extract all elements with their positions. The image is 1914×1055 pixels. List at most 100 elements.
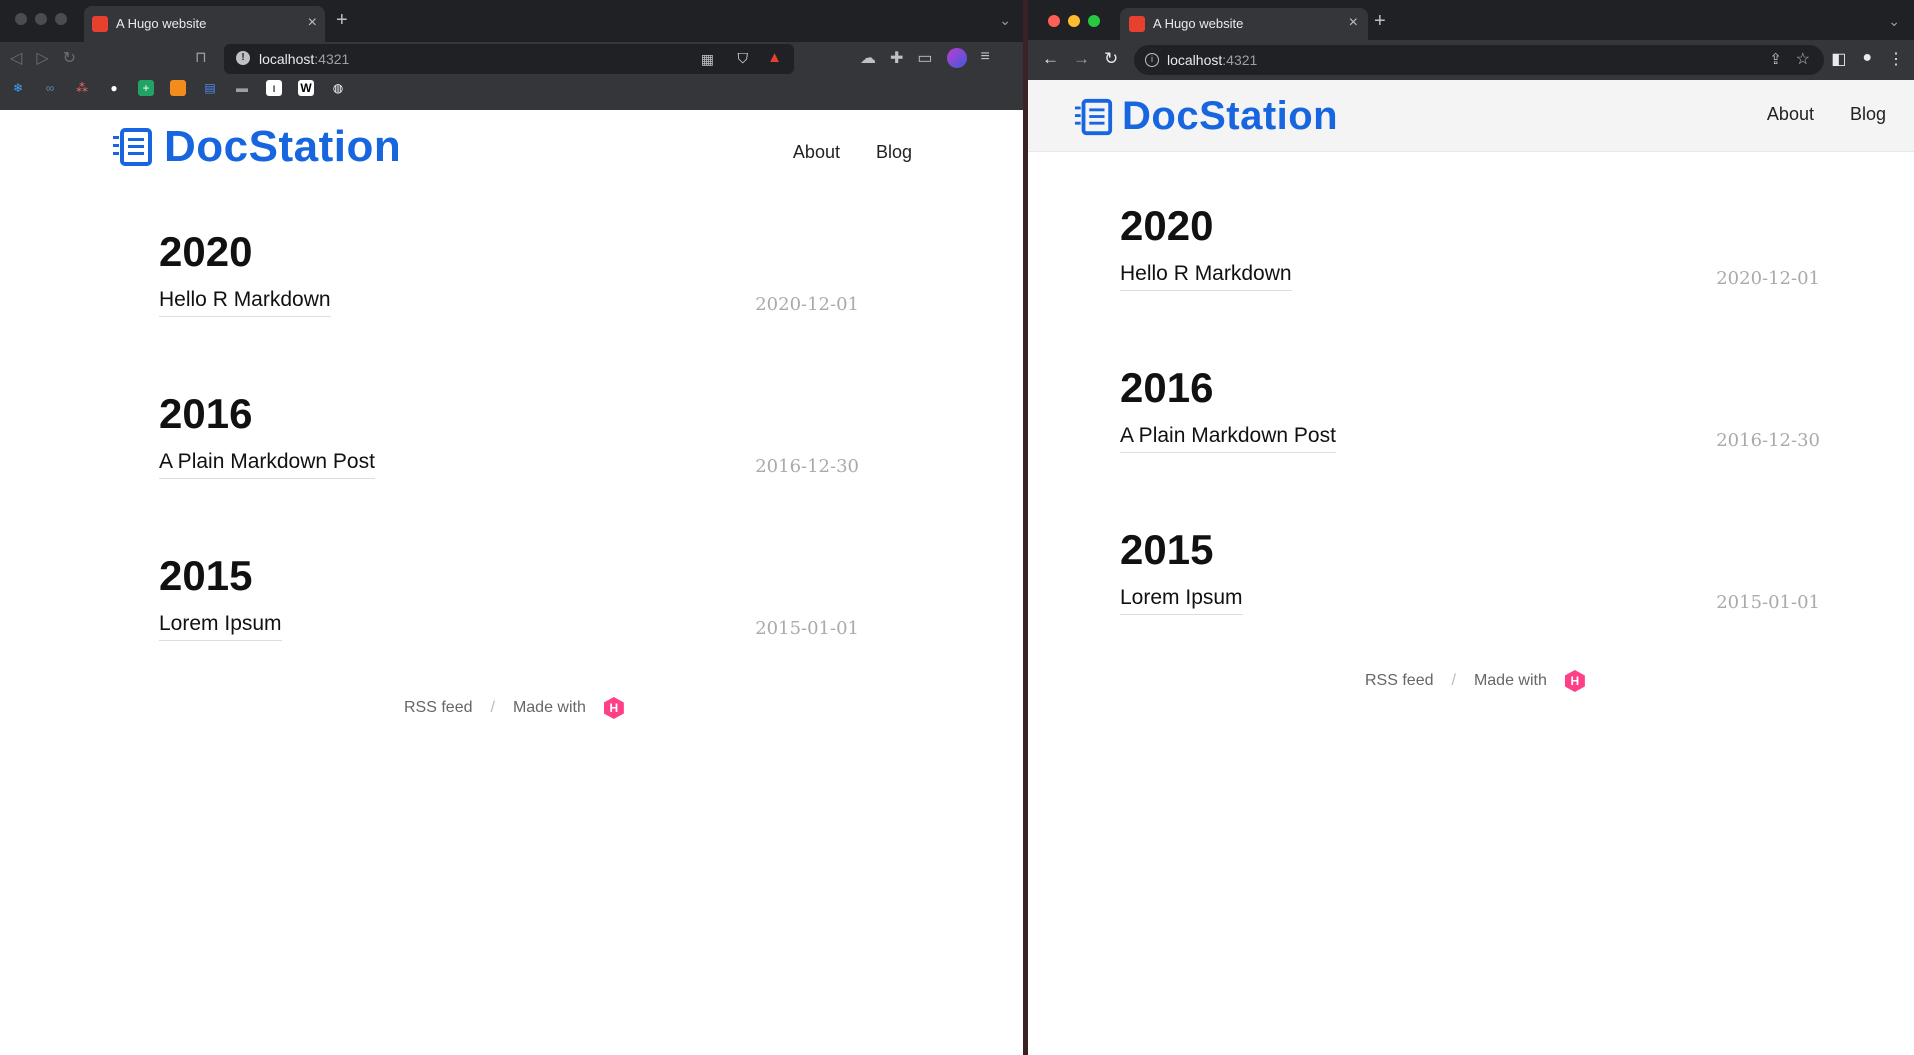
close-window-button[interactable]	[15, 13, 27, 25]
toolbar: ◁ ▷ ↻ ⊓ ! localhost:4321 ▦ ⛉ ▲ ☁ ✚ ▭ ≡ ❄…	[0, 42, 1023, 110]
site-nav: About Blog	[793, 142, 912, 163]
cloud-icon[interactable]: ☁	[860, 48, 876, 68]
hugo-logo-icon[interactable]: H	[1564, 670, 1585, 692]
minimize-window-button[interactable]	[35, 13, 47, 25]
link-icon[interactable]: ∞	[42, 80, 58, 96]
github-icon[interactable]: ●	[106, 80, 122, 96]
site-page: DocStation About Blog 2020 Hello R Markd…	[1028, 80, 1914, 1055]
snowflake-icon[interactable]: ❄	[10, 80, 26, 96]
brave-rewards-icon[interactable]: ▲	[767, 49, 782, 66]
favicon-icon	[1129, 16, 1145, 32]
archive-list: 2020 Hello R Markdown 2020-12-01 2016 A …	[1120, 202, 1820, 688]
year-heading: 2016	[159, 390, 253, 437]
profile-icon[interactable]: ●	[1862, 49, 1872, 69]
rss-feed-link[interactable]: RSS feed	[1365, 672, 1433, 690]
url-text[interactable]: localhost:4321	[259, 51, 349, 67]
brave-shield-icon[interactable]: ⛉	[738, 50, 749, 67]
left-browser-window: A Hugo website × + ⌄ ◁ ▷ ↻ ⊓ ! localhost…	[0, 0, 1023, 1055]
year-heading: 2020	[159, 228, 253, 275]
post-title-link[interactable]: Lorem Ipsum	[1120, 586, 1243, 615]
year-group: 2020 Hello R Markdown 2020-12-01	[159, 228, 859, 350]
docs-icon[interactable]: ▤	[202, 80, 218, 96]
post-title-link[interactable]: Lorem Ipsum	[159, 612, 282, 641]
browser-tab[interactable]: A Hugo website ×	[84, 6, 325, 42]
asana-icon[interactable]: ⁂	[74, 80, 90, 96]
post-row: Hello R Markdown 2020-12-01	[159, 288, 859, 350]
post-title-link[interactable]: Hello R Markdown	[1120, 262, 1292, 291]
tab-search-chevron-icon[interactable]: ⌄	[999, 12, 1011, 29]
close-window-button[interactable]	[1048, 15, 1060, 27]
address-bar[interactable]: ! localhost:4321 ▦ ⛉ ▲	[224, 44, 794, 74]
tab-bar: A Hugo website × + ⌄	[0, 0, 1023, 42]
url-port: :4321	[1222, 52, 1258, 68]
address-bar[interactable]: i localhost:4321 ⇪ ☆	[1134, 45, 1824, 75]
forward-icon[interactable]: →	[1073, 49, 1090, 69]
zoom-window-button[interactable]	[55, 13, 67, 25]
globe-icon[interactable]: ◍	[330, 80, 346, 96]
side-panel-icon[interactable]: ◧	[1831, 49, 1846, 69]
puzzle-icon[interactable]: ✚	[890, 48, 903, 68]
year-group: 2016 A Plain Markdown Post 2016-12-30	[1120, 364, 1820, 486]
box-icon[interactable]	[170, 80, 186, 96]
site-nav: About Blog	[1767, 104, 1886, 125]
year-heading: 2020	[1120, 202, 1214, 249]
nav-about-link[interactable]: About	[793, 142, 840, 163]
url-host: localhost	[259, 51, 315, 67]
post-title-link[interactable]: Hello R Markdown	[159, 288, 331, 317]
letter-l-icon[interactable]: ı	[266, 80, 282, 96]
tab-search-chevron-icon[interactable]: ⌄	[1888, 13, 1900, 30]
bookmark-icon[interactable]: ⊓	[195, 48, 207, 66]
info-icon[interactable]: !	[236, 51, 250, 65]
nav-blog-link[interactable]: Blog	[1850, 104, 1886, 125]
forward-icon[interactable]: ▷	[36, 48, 48, 68]
profile-avatar[interactable]	[946, 48, 967, 68]
nav-blog-link[interactable]: Blog	[876, 142, 912, 163]
url-text[interactable]: localhost:4321	[1167, 52, 1257, 68]
reload-icon[interactable]: ↻	[1104, 49, 1118, 69]
post-title-link[interactable]: A Plain Markdown Post	[159, 450, 375, 479]
year-group: 2015 Lorem Ipsum 2015-01-01	[1120, 526, 1820, 648]
zoom-window-button[interactable]	[1088, 15, 1100, 27]
new-tab-button[interactable]: +	[1374, 10, 1386, 33]
post-title-link[interactable]: A Plain Markdown Post	[1120, 424, 1336, 453]
share-icon[interactable]: ⇪	[1769, 50, 1782, 68]
year-heading: 2016	[1120, 364, 1214, 411]
minimize-window-button[interactable]	[1068, 15, 1080, 27]
sheets-icon[interactable]: +	[138, 80, 154, 96]
back-icon[interactable]: ◁	[10, 48, 22, 68]
logo-text: DocStation	[1122, 94, 1339, 138]
kebab-menu-icon[interactable]: ⋮	[1888, 49, 1904, 69]
window-controls	[15, 13, 67, 25]
post-date: 2020-12-01	[755, 294, 859, 315]
browser-tab[interactable]: A Hugo website ×	[1120, 8, 1368, 40]
qr-code-icon[interactable]: ▦	[701, 51, 714, 68]
post-date: 2015-01-01	[755, 618, 859, 639]
hugo-logo-icon[interactable]: H	[603, 697, 624, 719]
rss-feed-link[interactable]: RSS feed	[404, 699, 472, 717]
close-tab-icon[interactable]: ×	[1349, 14, 1358, 32]
site-logo[interactable]: DocStation	[1074, 94, 1886, 139]
info-icon[interactable]: i	[1145, 53, 1159, 67]
close-tab-icon[interactable]: ×	[308, 14, 317, 32]
reload-icon[interactable]: ↻	[63, 48, 76, 68]
year-group: 2020 Hello R Markdown 2020-12-01	[1120, 202, 1820, 324]
tab-title: A Hugo website	[1153, 16, 1244, 31]
post-row: Hello R Markdown 2020-12-01	[1120, 262, 1820, 324]
footer-separator: /	[490, 699, 495, 716]
wikipedia-icon[interactable]: W	[298, 80, 314, 96]
extensions-area: ☁ ✚ ▭ ≡	[860, 48, 990, 68]
archive-list: 2020 Hello R Markdown 2020-12-01 2016 A …	[159, 228, 859, 714]
back-icon[interactable]: ←	[1042, 49, 1059, 69]
made-with-text: Made with	[512, 699, 586, 716]
bookmarks-bar: ❄ ∞ ⁂ ● + ▤ ▬ ı W ◍	[10, 80, 346, 96]
post-row: Lorem Ipsum 2015-01-01	[159, 612, 859, 674]
url-host: localhost	[1167, 52, 1223, 68]
favicon-icon	[92, 16, 108, 32]
folder-icon[interactable]: ▬	[234, 80, 250, 96]
menu-icon[interactable]: ≡	[981, 48, 990, 68]
bookmark-star-icon[interactable]: ☆	[1796, 49, 1810, 69]
url-port: :4321	[314, 51, 350, 67]
wallet-icon[interactable]: ▭	[917, 48, 932, 68]
new-tab-button[interactable]: +	[336, 9, 348, 32]
nav-about-link[interactable]: About	[1767, 104, 1814, 125]
